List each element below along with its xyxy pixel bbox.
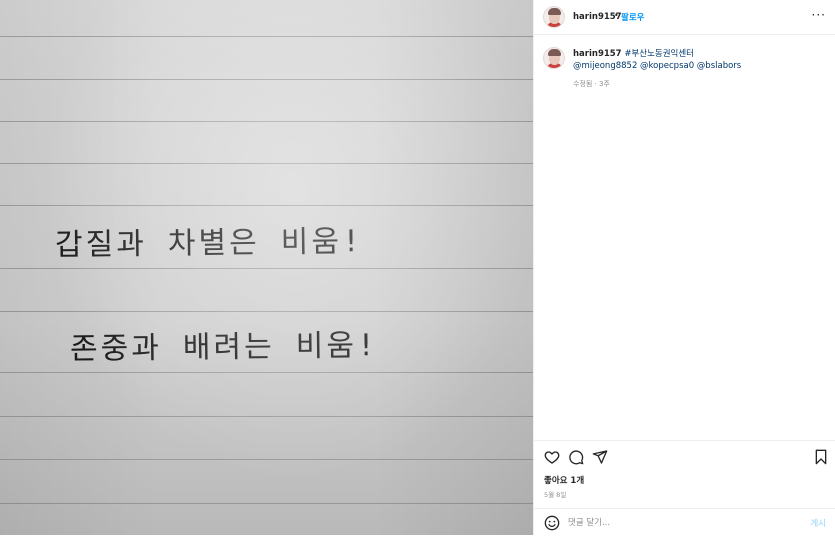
ruled-line — [0, 459, 533, 460]
comment-icon[interactable] — [568, 449, 584, 465]
caption: harin9157 #부산노동권익센터 @mijeong8852 @kopecp… — [573, 48, 823, 72]
ruled-line — [0, 205, 533, 206]
separator-dot: • — [614, 11, 619, 20]
follow-button[interactable]: 팔로우 — [621, 11, 644, 23]
like-count[interactable]: 좋아요 1개 — [544, 474, 584, 486]
ruled-line — [0, 416, 533, 417]
post-header: harin9157 • 팔로우 ··· — [534, 0, 835, 35]
more-icon[interactable]: ··· — [812, 8, 826, 22]
caption-mentions[interactable]: @mijeong8852 @kopecpsa0 @bslabors — [573, 61, 741, 71]
ruled-line — [0, 268, 533, 269]
post-photo[interactable]: 갑질과 차별은 비움! 존중과 배려는 비움! — [0, 0, 533, 535]
ruled-line — [0, 503, 533, 504]
action-bar: 좋아요 1개 5월 8일 게시 — [534, 440, 835, 536]
ruled-line — [0, 79, 533, 80]
post-modal: 갑질과 차별은 비움! 존중과 배려는 비움! harin9157 • 팔로우 … — [0, 0, 835, 535]
caption-username[interactable]: harin9157 — [573, 49, 622, 59]
ruled-line — [0, 163, 533, 164]
handwritten-line-1: 갑질과 차별은 비움! — [54, 224, 364, 263]
handwritten-line-2: 존중과 배려는 비움! — [69, 328, 379, 367]
ruled-line — [0, 311, 533, 312]
ruled-line — [0, 121, 533, 122]
emoji-icon[interactable] — [544, 515, 560, 531]
post-sidebar: harin9157 • 팔로우 ··· harin9157 #부산노동권익센터 … — [533, 0, 835, 535]
caption-hashtag[interactable]: #부산노동권익센터 — [624, 49, 694, 59]
ruled-line — [0, 36, 533, 37]
heart-icon[interactable] — [544, 449, 560, 465]
post-date[interactable]: 5월 8일 — [544, 489, 566, 499]
comment-box: 게시 — [534, 508, 835, 537]
caption-avatar[interactable] — [543, 47, 565, 69]
post-comment-button[interactable]: 게시 — [810, 517, 826, 529]
comment-input[interactable] — [568, 515, 788, 531]
avatar[interactable] — [543, 6, 565, 28]
bookmark-icon[interactable] — [813, 449, 829, 465]
ruled-line — [0, 372, 533, 373]
caption-meta: 수정됨 · 3주 — [573, 80, 610, 88]
share-icon[interactable] — [592, 449, 608, 465]
